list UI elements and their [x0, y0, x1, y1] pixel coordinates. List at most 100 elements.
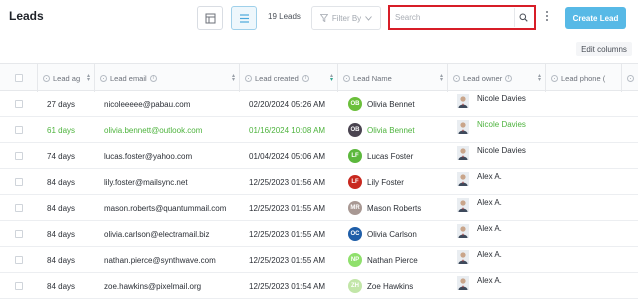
lead-age: 27 days	[47, 99, 76, 109]
header-lead-email[interactable]: Lead email i ▴ ▾	[95, 64, 240, 92]
lead-email[interactable]: mason.roberts@quantummail.com	[104, 195, 238, 221]
table-row[interactable]: 84 days mason.roberts@quantummail.com 12/2…	[0, 195, 638, 221]
list-view-button[interactable]	[231, 6, 257, 30]
lead-email[interactable]: olivia.carlson@electramail.biz	[104, 221, 238, 247]
avatar: ZH	[348, 279, 362, 293]
header-lead-phone[interactable]: Lead phone (	[546, 64, 622, 92]
table-row[interactable]: 74 days lucas.foster@yahoo.com 01/04/2024 …	[0, 143, 638, 169]
drag-handle-icon[interactable]	[551, 74, 558, 82]
edit-columns-button[interactable]: Edit columns	[576, 42, 632, 56]
drag-handle-icon[interactable]	[627, 74, 634, 82]
lead-owner-cell[interactable]: Alex A.	[457, 273, 546, 299]
lead-name-cell[interactable]: OB Olivia Bennet	[348, 117, 448, 143]
lead-name-cell[interactable]: ZH Zoe Hawkins	[348, 273, 448, 299]
lead-owner: Nicole Davies	[477, 120, 526, 129]
header-lead-name[interactable]: Lead Name ▴ ▾	[338, 64, 448, 92]
row-checkbox[interactable]	[15, 256, 23, 264]
lead-age: 74 days	[47, 151, 76, 161]
lead-name-cell[interactable]: LF Lucas Foster	[348, 143, 448, 169]
more-options-icon[interactable]	[544, 11, 550, 25]
lead-name[interactable]: Nathan Pierce	[367, 256, 418, 265]
create-lead-button[interactable]: Create Lead	[565, 7, 626, 29]
lead-email[interactable]: nathan.pierce@synthwave.com	[104, 247, 238, 273]
lead-phone	[555, 273, 622, 299]
header-lead-age[interactable]: Lead ag ▴ ▾	[38, 64, 95, 92]
lead-email[interactable]: lucas.foster@yahoo.com	[104, 143, 238, 169]
table-row[interactable]: 84 days nathan.pierce@synthwave.com 12/25/…	[0, 247, 638, 273]
lead-count: 19 Leads	[268, 12, 301, 21]
row-select-cell	[0, 169, 38, 195]
header-label: Lead created	[255, 73, 299, 83]
row-select-cell	[0, 247, 38, 273]
sort-arrows-icon[interactable]: ▴ ▾	[330, 73, 333, 83]
lead-owner-cell[interactable]: Nicole Davies	[457, 91, 546, 117]
lead-email[interactable]: olivia.bennett@outlook.com	[104, 117, 238, 143]
lead-name-cell[interactable]: NP Nathan Pierce	[348, 247, 448, 273]
drag-handle-icon[interactable]	[453, 74, 460, 82]
table-row[interactable]: 84 days olivia.carlson@electramail.biz 12/…	[0, 221, 638, 247]
row-checkbox[interactable]	[15, 100, 23, 108]
lead-created: 12/25/2023 01:56 AM	[249, 177, 326, 187]
lead-name[interactable]: Lily Foster	[367, 178, 404, 187]
sort-arrows-icon[interactable]: ▴ ▾	[440, 73, 443, 83]
drag-handle-icon[interactable]	[43, 74, 50, 82]
lead-owner-cell[interactable]: Alex A.	[457, 247, 546, 273]
lead-name-cell[interactable]: OB Olivia Bennet	[348, 91, 448, 117]
lead-age: 84 days	[47, 203, 76, 213]
header-lead-owner[interactable]: Lead owner i ▴ ▾	[448, 64, 546, 92]
sort-arrows-icon[interactable]: ▴ ▾	[538, 73, 541, 83]
row-checkbox[interactable]	[15, 152, 23, 160]
lead-name[interactable]: Zoe Hawkins	[367, 282, 413, 291]
avatar: OB	[348, 97, 362, 111]
avatar: OB	[348, 123, 362, 137]
lead-name[interactable]: Lucas Foster	[367, 152, 413, 161]
lead-email[interactable]: zoe.hawkins@pixelmail.org	[104, 273, 238, 299]
lead-phone	[555, 195, 622, 221]
row-checkbox[interactable]	[15, 126, 23, 134]
search-box	[388, 5, 536, 30]
row-checkbox[interactable]	[15, 230, 23, 238]
lead-owner-cell[interactable]: Alex A.	[457, 195, 546, 221]
drag-handle-icon[interactable]	[245, 74, 252, 82]
board-view-button[interactable]	[197, 6, 223, 30]
table-row[interactable]: 84 days lily.foster@mailsync.net 12/25/202…	[0, 169, 638, 195]
select-all-checkbox[interactable]	[14, 74, 23, 82]
row-checkbox[interactable]	[15, 282, 23, 290]
lead-phone	[555, 247, 622, 273]
search-button[interactable]	[514, 8, 532, 27]
lead-owner-cell[interactable]: Alex A.	[457, 221, 546, 247]
header-lead-created[interactable]: Lead created i ▴ ▾	[240, 64, 338, 92]
filter-by-button[interactable]: Filter By	[311, 6, 381, 30]
drag-handle-icon[interactable]	[100, 74, 107, 82]
lead-name-cell[interactable]: LF Lily Foster	[348, 169, 448, 195]
sort-arrows-icon[interactable]: ▴ ▾	[232, 73, 235, 83]
lead-name[interactable]: Olivia Bennet	[367, 126, 415, 135]
lead-name[interactable]: Olivia Carlson	[367, 230, 417, 239]
sort-arrows-icon[interactable]: ▴ ▾	[87, 73, 90, 83]
drag-handle-icon[interactable]	[343, 74, 350, 82]
owner-avatar	[457, 198, 469, 212]
lead-created: 12/25/2023 01:54 AM	[249, 281, 326, 291]
table-row[interactable]: 61 days olivia.bennett@outlook.com 01/16/2…	[0, 117, 638, 143]
lead-owner-cell[interactable]: Alex A.	[457, 169, 546, 195]
lead-name[interactable]: Olivia Bennet	[367, 100, 415, 109]
lead-email[interactable]: nicoleeeee@pabau.com	[104, 91, 238, 117]
lead-name-cell[interactable]: MR Mason Roberts	[348, 195, 448, 221]
lead-owner: Alex A.	[477, 198, 502, 207]
lead-email[interactable]: lily.foster@mailsync.net	[104, 169, 238, 195]
row-checkbox[interactable]	[15, 178, 23, 186]
table-row[interactable]: 27 days nicoleeeee@pabau.com 02/20/2024 05…	[0, 91, 638, 117]
lead-owner: Nicole Davies	[477, 146, 526, 155]
avatar: LF	[348, 149, 362, 163]
info-icon: i	[505, 74, 513, 82]
lead-owner-cell[interactable]: Nicole Davies	[457, 143, 546, 169]
header-next-column[interactable]	[622, 64, 638, 92]
lead-owner-cell[interactable]: Nicole Davies	[457, 117, 546, 143]
table-row[interactable]: 84 days zoe.hawkins@pixelmail.org 12/25/20…	[0, 273, 638, 299]
search-input[interactable]	[392, 8, 516, 27]
lead-name-cell[interactable]: OC Olivia Carlson	[348, 221, 448, 247]
lead-created: 12/25/2023 01:55 AM	[249, 203, 326, 213]
row-checkbox[interactable]	[15, 204, 23, 212]
lead-name[interactable]: Mason Roberts	[367, 204, 421, 213]
lead-age: 84 days	[47, 229, 76, 239]
